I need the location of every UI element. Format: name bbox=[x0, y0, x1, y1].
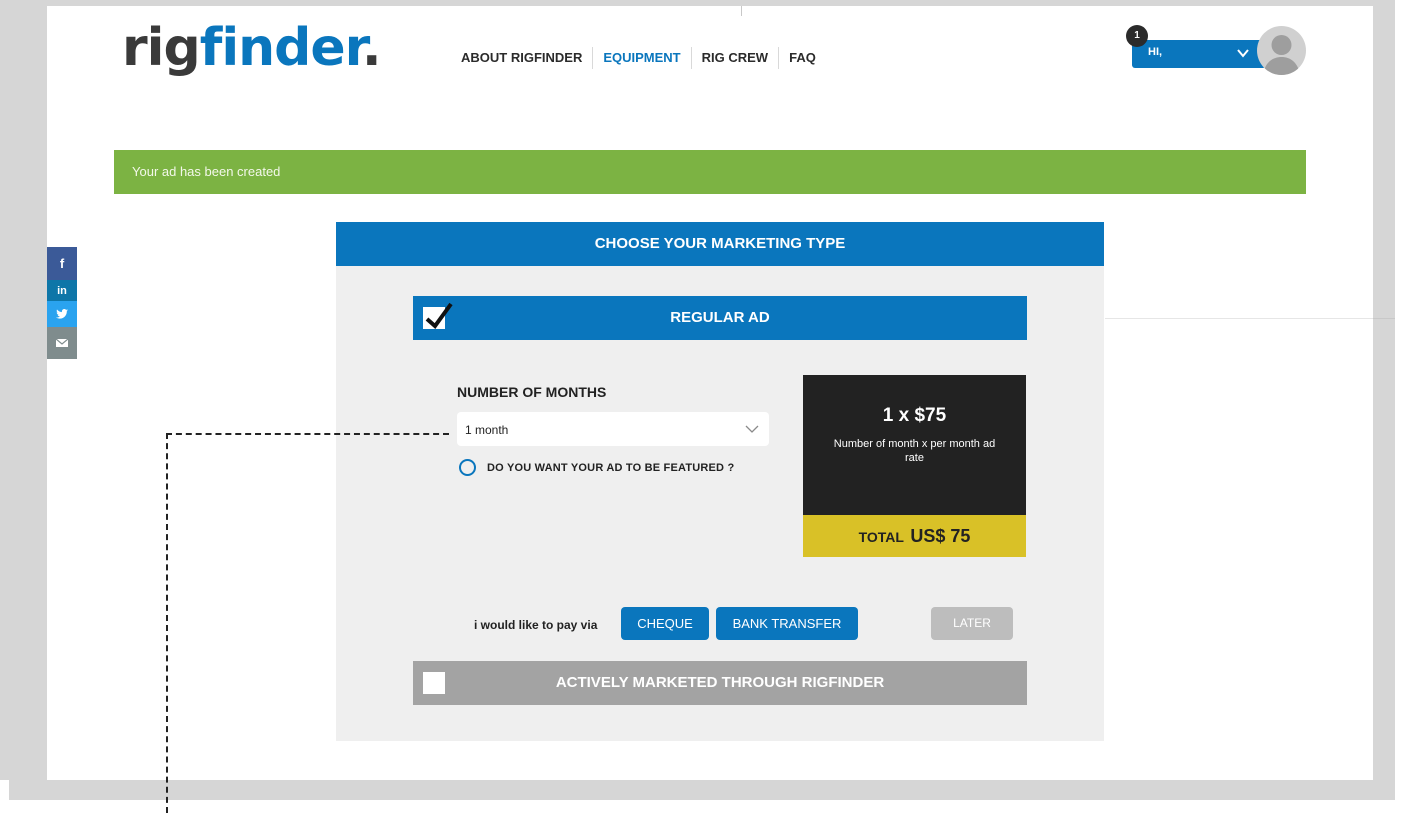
total-label: TOTAL bbox=[858, 529, 904, 545]
logo-text-1: rig bbox=[122, 18, 201, 78]
total-value: US$ 75 bbox=[910, 526, 971, 546]
social-share-bar: f in bbox=[47, 247, 77, 359]
success-message: Your ad has been created bbox=[132, 164, 281, 179]
featured-option[interactable]: DO YOU WANT YOUR AD TO BE FEATURED ? bbox=[459, 459, 734, 476]
nav-rig-crew[interactable]: RIG CREW bbox=[692, 47, 780, 69]
linkedin-icon: in bbox=[57, 284, 67, 297]
frame-edge bbox=[0, 800, 1404, 813]
months-value: 1 month bbox=[465, 423, 509, 437]
nav-faq[interactable]: FAQ bbox=[779, 47, 826, 69]
months-select[interactable]: 1 month bbox=[457, 412, 769, 446]
bank-transfer-button[interactable]: BANK TRANSFER bbox=[716, 607, 858, 640]
divider-line bbox=[1105, 318, 1373, 319]
facebook-share-button[interactable]: f bbox=[47, 247, 77, 280]
logo-dot: . bbox=[361, 18, 382, 78]
marketing-header: CHOOSE YOUR MARKETING TYPE bbox=[336, 222, 1104, 266]
email-share-button[interactable] bbox=[47, 327, 77, 359]
actively-marketed-label: ACTIVELY MARKETED THROUGH RIGFINDER bbox=[555, 674, 885, 691]
email-icon bbox=[56, 339, 68, 347]
price-note: Number of month x per month ad rate bbox=[833, 438, 996, 464]
actively-marketed-option[interactable]: ACTIVELY MARKETED THROUGH RIGFINDER bbox=[413, 661, 1027, 705]
featured-radio[interactable] bbox=[459, 459, 476, 476]
check-icon bbox=[425, 302, 453, 329]
top-divider bbox=[741, 6, 742, 16]
total-box: TOTAL US$ 75 bbox=[803, 515, 1026, 557]
nav-about[interactable]: ABOUT RIGFINDER bbox=[451, 47, 594, 69]
success-alert: Your ad has been created bbox=[114, 150, 1306, 194]
avatar[interactable] bbox=[1257, 26, 1306, 75]
user-greeting: HI, bbox=[1148, 46, 1163, 58]
frame-edge-right bbox=[1395, 0, 1404, 813]
linkedin-share-button[interactable]: in bbox=[47, 280, 77, 301]
main-nav: ABOUT RIGFINDER EQUIPMENT RIG CREW FAQ bbox=[451, 47, 826, 69]
dashed-guide-line bbox=[166, 433, 449, 435]
twitter-share-button[interactable] bbox=[47, 301, 77, 327]
chevron-down-icon bbox=[745, 425, 759, 433]
facebook-icon: f bbox=[59, 256, 65, 271]
months-label: NUMBER OF MONTHS bbox=[457, 384, 607, 400]
later-button[interactable]: LATER bbox=[931, 607, 1013, 640]
pay-via-label: i would like to pay via bbox=[474, 618, 598, 632]
regular-ad-option[interactable]: REGULAR AD bbox=[413, 296, 1027, 340]
divider-line bbox=[1373, 318, 1395, 319]
frame-left bbox=[0, 0, 47, 813]
twitter-icon bbox=[56, 309, 68, 319]
featured-question: DO YOU WANT YOUR AD TO BE FEATURED ? bbox=[487, 461, 735, 474]
frame-top bbox=[0, 0, 1404, 6]
rigfinder-logo[interactable]: rigfinder. bbox=[122, 18, 382, 78]
regular-ad-label: REGULAR AD bbox=[670, 309, 770, 326]
price-summary: 1 x $75 Number of month x per month ad r… bbox=[803, 375, 1026, 515]
price-formula: 1 x $75 bbox=[882, 405, 947, 426]
user-menu-button[interactable]: HI, bbox=[1132, 40, 1266, 68]
actively-marketed-checkbox[interactable] bbox=[423, 672, 445, 694]
user-silhouette-icon bbox=[1263, 35, 1300, 75]
chevron-down-icon bbox=[1237, 49, 1249, 58]
cheque-button[interactable]: CHEQUE bbox=[621, 607, 709, 640]
notification-badge[interactable]: 1 bbox=[1126, 25, 1148, 47]
dashed-guide-line bbox=[166, 433, 168, 813]
logo-text-2: finder bbox=[199, 18, 363, 78]
frame-edge-left bbox=[0, 780, 9, 813]
nav-equipment[interactable]: EQUIPMENT bbox=[593, 47, 692, 69]
